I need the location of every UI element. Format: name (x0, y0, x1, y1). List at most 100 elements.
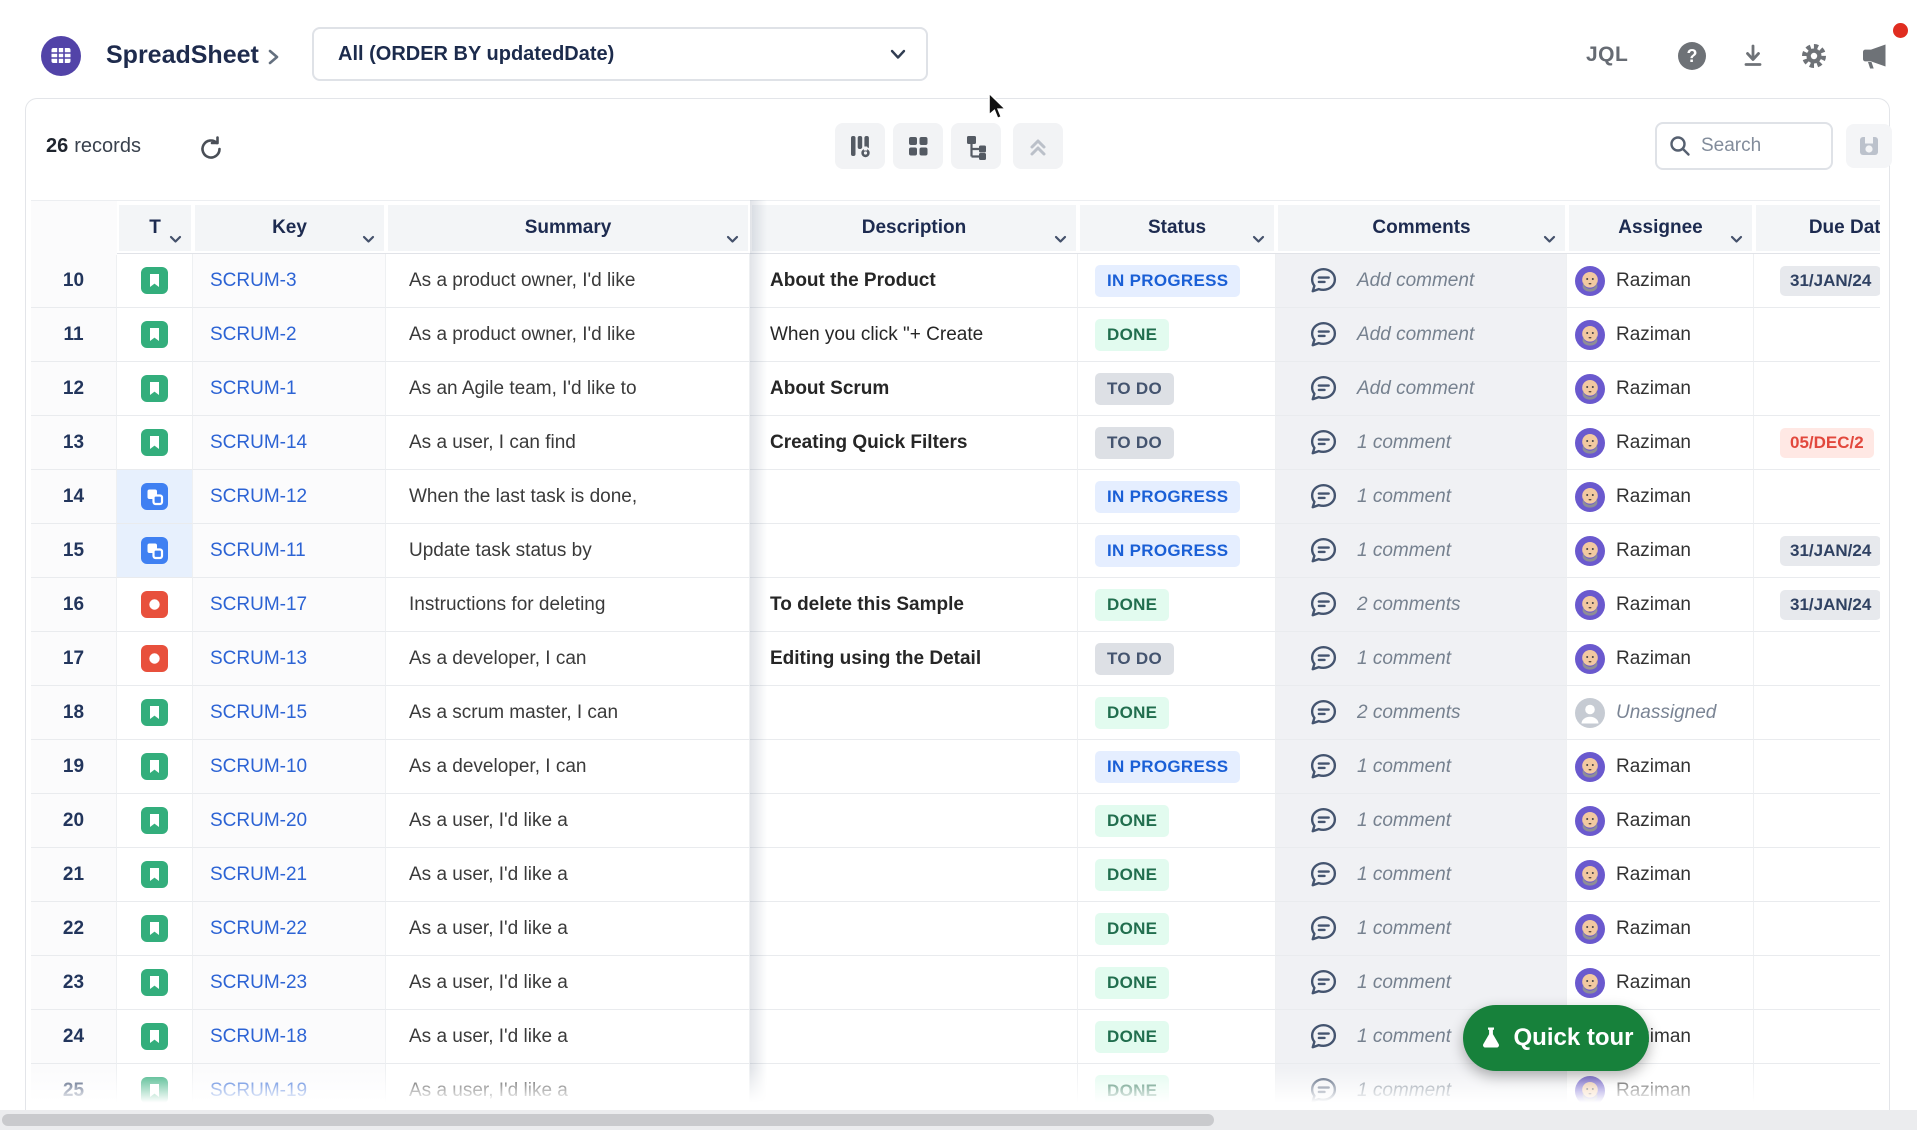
summary-cell[interactable]: Update task status by (386, 524, 750, 578)
assignee-cell[interactable]: Raziman (1567, 470, 1754, 524)
summary-cell[interactable]: As a user, I'd like a (386, 956, 750, 1010)
comments-cell[interactable]: Add comment (1276, 362, 1567, 416)
row-number[interactable]: 10 (31, 254, 117, 308)
row-number[interactable]: 17 (31, 632, 117, 686)
due-date-cell[interactable] (1754, 686, 1880, 740)
due-date-chip[interactable]: 31/JAN/24 (1780, 266, 1880, 296)
comments-cell[interactable]: 1 comment (1276, 794, 1567, 848)
row-number[interactable]: 14 (31, 470, 117, 524)
row-number[interactable]: 18 (31, 686, 117, 740)
column-header-type[interactable]: T (117, 201, 193, 255)
comments-cell[interactable]: Add comment (1276, 308, 1567, 362)
row-number[interactable]: 24 (31, 1010, 117, 1064)
status-badge[interactable]: DONE (1095, 859, 1169, 891)
description-cell[interactable] (750, 686, 1078, 740)
summary-cell[interactable]: As a user, I'd like a (386, 902, 750, 956)
megaphone-icon[interactable] (1858, 40, 1890, 72)
summary-cell[interactable]: As a product owner, I'd like (386, 308, 750, 362)
assignee-cell[interactable]: Raziman (1567, 524, 1754, 578)
issue-type-cell[interactable] (117, 362, 193, 416)
status-cell[interactable]: DONE (1078, 848, 1276, 902)
issue-type-cell[interactable] (117, 956, 193, 1010)
filter-dropdown[interactable]: All (ORDER BY updatedDate) (312, 27, 928, 81)
issue-key-cell[interactable]: SCRUM-15 (193, 686, 386, 740)
status-cell[interactable]: IN PROGRESS (1078, 470, 1276, 524)
due-date-cell[interactable] (1754, 956, 1880, 1010)
issue-type-cell[interactable] (117, 632, 193, 686)
summary-cell[interactable]: As a scrum master, I can (386, 686, 750, 740)
summary-cell[interactable]: Instructions for deleting (386, 578, 750, 632)
issue-key-link[interactable]: SCRUM-21 (210, 864, 307, 886)
issue-key-cell[interactable]: SCRUM-12 (193, 470, 386, 524)
assignee-cell[interactable]: Raziman (1567, 578, 1754, 632)
comments-cell[interactable]: 1 comment (1276, 740, 1567, 794)
issue-type-cell[interactable] (117, 416, 193, 470)
issue-key-cell[interactable]: SCRUM-17 (193, 578, 386, 632)
due-date-cell[interactable] (1754, 1010, 1880, 1064)
description-cell[interactable] (750, 740, 1078, 794)
row-number[interactable]: 16 (31, 578, 117, 632)
issue-key-cell[interactable]: SCRUM-2 (193, 308, 386, 362)
summary-cell[interactable]: As a user, I can find (386, 416, 750, 470)
status-badge[interactable]: IN PROGRESS (1095, 535, 1240, 567)
issue-key-cell[interactable]: SCRUM-14 (193, 416, 386, 470)
help-icon[interactable]: ? (1677, 41, 1707, 71)
comments-cell[interactable]: 1 comment (1276, 902, 1567, 956)
status-cell[interactable]: TO DO (1078, 362, 1276, 416)
due-date-cell[interactable] (1754, 362, 1880, 416)
issue-key-link[interactable]: SCRUM-12 (210, 486, 307, 508)
issue-key-cell[interactable]: SCRUM-1 (193, 362, 386, 416)
issue-key-cell[interactable]: SCRUM-11 (193, 524, 386, 578)
issue-key-link[interactable]: SCRUM-23 (210, 972, 307, 994)
column-header-key[interactable]: Key (193, 201, 386, 255)
jql-button[interactable]: JQL (1586, 43, 1628, 67)
issue-type-cell[interactable] (117, 848, 193, 902)
status-cell[interactable]: TO DO (1078, 416, 1276, 470)
status-badge[interactable]: DONE (1095, 967, 1169, 999)
row-number[interactable]: 22 (31, 902, 117, 956)
issue-key-link[interactable]: SCRUM-19 (210, 1080, 307, 1102)
status-badge[interactable]: DONE (1095, 805, 1169, 837)
status-badge[interactable]: DONE (1095, 319, 1169, 351)
row-number[interactable]: 23 (31, 956, 117, 1010)
status-cell[interactable]: DONE (1078, 308, 1276, 362)
download-icon[interactable] (1739, 42, 1767, 70)
summary-cell[interactable]: As a product owner, I'd like (386, 254, 750, 308)
row-number[interactable]: 12 (31, 362, 117, 416)
issue-type-cell[interactable] (117, 470, 193, 524)
assignee-cell[interactable]: Raziman (1567, 254, 1754, 308)
quick-tour-button[interactable]: Quick tour (1463, 1005, 1649, 1071)
issue-key-link[interactable]: SCRUM-11 (210, 540, 306, 562)
due-date-chip[interactable]: 05/DEC/2 (1780, 428, 1874, 458)
column-header-comments[interactable]: Comments (1276, 201, 1567, 255)
issue-key-link[interactable]: SCRUM-14 (210, 432, 307, 454)
status-cell[interactable]: DONE (1078, 794, 1276, 848)
description-cell[interactable] (750, 956, 1078, 1010)
issue-type-cell[interactable] (117, 254, 193, 308)
summary-cell[interactable]: As a user, I'd like a (386, 794, 750, 848)
status-badge[interactable]: TO DO (1095, 427, 1174, 459)
summary-cell[interactable]: As a developer, I can (386, 740, 750, 794)
save-button[interactable] (1846, 124, 1892, 168)
summary-cell[interactable]: When the last task is done, (386, 470, 750, 524)
status-badge[interactable]: TO DO (1095, 643, 1174, 675)
status-cell[interactable]: DONE (1078, 578, 1276, 632)
due-date-chip[interactable]: 31/JAN/24 (1780, 536, 1880, 566)
comments-cell[interactable]: 1 comment (1276, 470, 1567, 524)
issue-key-cell[interactable]: SCRUM-20 (193, 794, 386, 848)
column-header-assignee[interactable]: Assignee (1567, 201, 1754, 255)
assignee-cell[interactable]: Raziman (1567, 740, 1754, 794)
issue-key-cell[interactable]: SCRUM-13 (193, 632, 386, 686)
issue-key-link[interactable]: SCRUM-17 (210, 594, 307, 616)
assignee-cell[interactable]: Raziman (1567, 848, 1754, 902)
horizontal-scrollbar[interactable] (0, 1110, 1917, 1130)
status-badge[interactable]: IN PROGRESS (1095, 481, 1240, 513)
issue-key-cell[interactable]: SCRUM-18 (193, 1010, 386, 1064)
description-cell[interactable] (750, 524, 1078, 578)
comments-cell[interactable]: Add comment (1276, 254, 1567, 308)
due-date-cell[interactable] (1754, 794, 1880, 848)
due-date-cell[interactable] (1754, 308, 1880, 362)
column-header-status[interactable]: Status (1078, 201, 1276, 255)
app-logo-icon[interactable] (41, 36, 81, 76)
description-cell[interactable]: To delete this Sample (750, 578, 1078, 632)
